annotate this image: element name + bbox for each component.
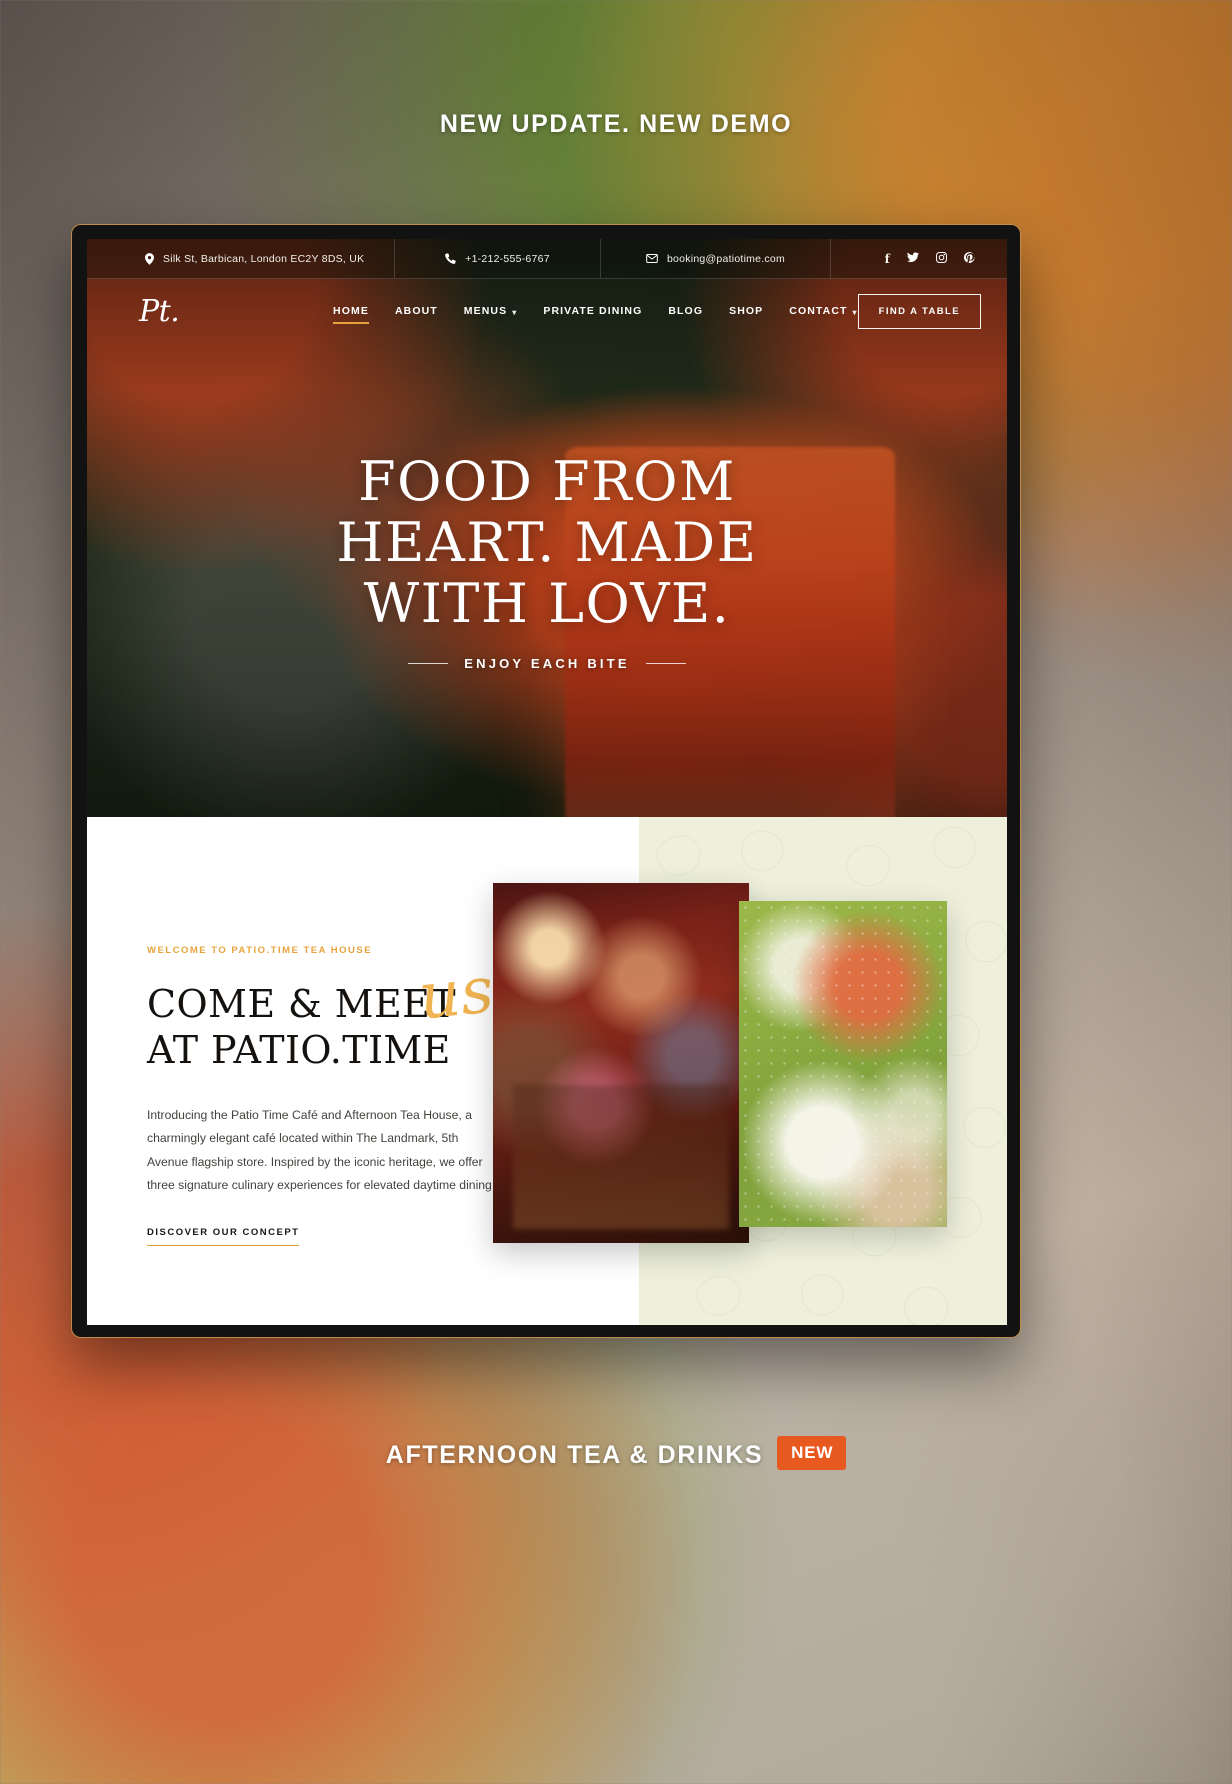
about-section: WELCOME TO PATIO.TIME TEA HOUSE COME & M… xyxy=(87,817,1007,1325)
topbar-email-text: booking@patiotime.com xyxy=(666,252,786,265)
nav-item-home-label: HOME xyxy=(333,305,369,317)
pinterest-icon[interactable] xyxy=(963,251,975,265)
nav-item-about-label: ABOUT xyxy=(394,305,438,317)
site-logo[interactable]: Pt. xyxy=(139,294,333,329)
chevron-down-icon: ▾ xyxy=(852,307,858,317)
twitter-icon[interactable] xyxy=(907,252,919,265)
hero-title: FOOD FROM HEART. MADE WITH LOVE. xyxy=(87,451,1007,634)
tablecloth-dots xyxy=(739,901,947,1227)
about-text-block: WELCOME TO PATIO.TIME TEA HOUSE COME & M… xyxy=(147,945,547,1247)
nav-item-menus-label: MENUS xyxy=(463,305,508,317)
nav-item-about[interactable]: ABOUT xyxy=(395,299,438,323)
promo-bottom-caption-text: AFTERNOON TEA & DRINKS xyxy=(385,1440,764,1469)
about-heading-line-2: AT PATIO.TIME xyxy=(147,1028,451,1073)
instagram-icon[interactable] xyxy=(936,252,947,265)
map-pin-icon xyxy=(145,252,154,265)
hero-content: FOOD FROM HEART. MADE WITH LOVE. ENJOY E… xyxy=(87,451,1007,671)
promo-top-caption: NEW UPDATE. NEW DEMO xyxy=(439,110,793,138)
find-a-table-button[interactable]: FIND A TABLE xyxy=(857,293,981,329)
topbar-phone-text: +1-212-555-6767 xyxy=(465,252,550,265)
hero-title-line-3: WITH LOVE. xyxy=(363,572,731,636)
chevron-down-icon: ▾ xyxy=(512,307,518,317)
topbar-email[interactable]: booking@patiotime.com xyxy=(601,239,831,278)
about-kicker: WELCOME TO PATIO.TIME TEA HOUSE xyxy=(147,945,373,956)
nav-item-contact[interactable]: CONTACT ▾ xyxy=(789,299,857,323)
topbar-address[interactable]: Silk St, Barbican, London EC2Y 8DS, UK xyxy=(87,239,395,278)
nav-item-blog[interactable]: BLOG xyxy=(668,299,703,323)
discover-our-concept-link[interactable]: DISCOVER OUR CONCEPT xyxy=(147,1227,300,1247)
topbar-social-links: f xyxy=(831,239,1007,278)
nav-menu: HOME ABOUT MENUS ▾ PRIVATE DINING BLOG SH… xyxy=(333,299,858,324)
main-navigation: Pt. HOME ABOUT MENUS ▾ PRIVATE DINING BLO… xyxy=(87,279,1007,343)
about-heading: COME & MEET AT PATIO.TIME us xyxy=(147,953,547,1074)
phone-icon xyxy=(445,253,456,264)
nav-item-private-dining[interactable]: PRIVATE DINING xyxy=(543,299,642,323)
device-mockup-frame: Silk St, Barbican, London EC2Y 8DS, UK +… xyxy=(71,224,1021,1338)
nav-item-shop[interactable]: SHOP xyxy=(729,299,763,323)
divider-left xyxy=(408,663,449,665)
website-viewport: Silk St, Barbican, London EC2Y 8DS, UK +… xyxy=(87,239,1007,1325)
nav-item-blog-label: BLOG xyxy=(668,305,704,317)
divider-right xyxy=(645,663,686,665)
promo-bottom-caption: AFTERNOON TEA & DRINKS NEW xyxy=(0,1436,1232,1472)
topbar-phone[interactable]: +1-212-555-6767 xyxy=(395,239,601,278)
nav-item-shop-label: SHOP xyxy=(729,305,764,317)
nav-item-contact-label: CONTACT xyxy=(789,305,848,317)
hero-title-line-1: FOOD FROM xyxy=(358,450,736,513)
hero-title-line-2: HEART. MADE xyxy=(336,511,758,575)
about-paragraph: Introducing the Patio Time Café and Afte… xyxy=(147,1107,496,1192)
about-image-food xyxy=(739,901,947,1227)
new-badge: NEW xyxy=(777,1436,847,1470)
nav-item-private-dining-label: PRIVATE DINING xyxy=(543,305,643,317)
topbar-address-text: Silk St, Barbican, London EC2Y 8DS, UK xyxy=(163,252,365,265)
topbar: Silk St, Barbican, London EC2Y 8DS, UK +… xyxy=(87,239,1007,279)
hero-subtitle-wrap: ENJOY EACH BITE xyxy=(87,656,1007,671)
about-image-interior xyxy=(493,883,749,1243)
nav-item-menus[interactable]: MENUS ▾ xyxy=(464,299,518,323)
envelope-icon xyxy=(646,254,658,263)
hero-section: Silk St, Barbican, London EC2Y 8DS, UK +… xyxy=(87,239,1007,817)
facebook-icon[interactable]: f xyxy=(885,253,890,265)
hero-subtitle: ENJOY EACH BITE xyxy=(464,656,630,672)
nav-item-home[interactable]: HOME xyxy=(333,299,369,324)
about-heading-line-1: COME & MEET xyxy=(147,982,456,1026)
